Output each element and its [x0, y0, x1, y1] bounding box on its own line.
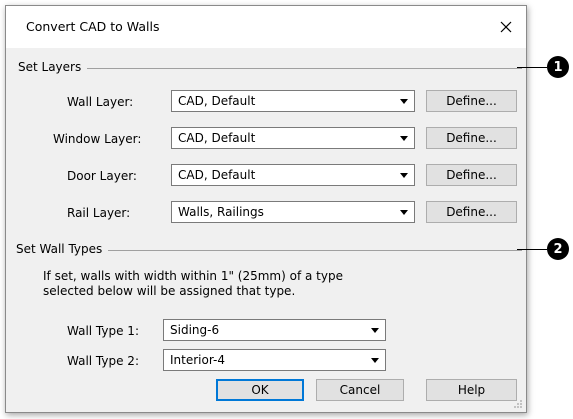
info-line-1: If set, walls with width within 1" (25mm…	[43, 269, 343, 283]
window-layer-label: Window Layer:	[53, 132, 142, 146]
dialog-title: Convert CAD to Walls	[26, 19, 160, 34]
rail-layer-label: Rail Layer:	[67, 206, 131, 220]
ok-button[interactable]: OK	[216, 379, 304, 401]
chevron-down-icon	[400, 210, 408, 215]
rail-layer-select[interactable]: Walls, Railings	[171, 201, 415, 223]
define-door-layer-button[interactable]: Define...	[426, 164, 517, 186]
wall-layer-label: Wall Layer:	[67, 95, 134, 109]
wall-type-1-label: Wall Type 1:	[67, 324, 139, 338]
define-wall-layer-button[interactable]: Define...	[426, 90, 517, 112]
wall-type-1-value: Siding-6	[170, 323, 220, 337]
set-layers-divider	[18, 68, 522, 69]
convert-cad-to-walls-dialog: Convert CAD to Walls Set Layers Wall Lay…	[5, 5, 527, 413]
chevron-down-icon	[400, 173, 408, 178]
callout-1-badge: 1	[547, 56, 569, 78]
chevron-down-icon	[400, 99, 408, 104]
callout-2-leader	[517, 249, 547, 250]
window-layer-select[interactable]: CAD, Default	[171, 127, 415, 149]
wall-types-info-text: If set, walls with width within 1" (25mm…	[43, 269, 343, 299]
door-layer-select[interactable]: CAD, Default	[171, 164, 415, 186]
door-layer-value: CAD, Default	[178, 168, 256, 182]
wall-type-1-select[interactable]: Siding-6	[163, 319, 386, 341]
wall-type-2-label: Wall Type 2:	[67, 354, 139, 368]
resize-grip-icon[interactable]	[513, 399, 523, 409]
wall-layer-select[interactable]: CAD, Default	[171, 90, 415, 112]
door-layer-label: Door Layer:	[67, 169, 137, 183]
chevron-down-icon	[400, 136, 408, 141]
chevron-down-icon	[371, 328, 379, 333]
define-window-layer-button[interactable]: Define...	[426, 127, 517, 149]
chevron-down-icon	[371, 358, 379, 363]
set-wall-types-label: Set Wall Types	[16, 242, 109, 256]
callout-2-badge: 2	[547, 238, 569, 260]
rail-layer-value: Walls, Railings	[178, 205, 264, 219]
title-bar: Convert CAD to Walls	[6, 6, 526, 48]
close-icon	[500, 21, 512, 33]
cancel-button[interactable]: Cancel	[316, 379, 404, 401]
window-layer-value: CAD, Default	[178, 131, 256, 145]
wall-type-2-select[interactable]: Interior-4	[163, 349, 386, 371]
wall-type-2-value: Interior-4	[170, 353, 225, 367]
define-rail-layer-button[interactable]: Define...	[426, 201, 517, 223]
close-button[interactable]	[486, 6, 526, 48]
help-button[interactable]: Help	[426, 379, 517, 401]
set-layers-label: Set Layers	[18, 60, 88, 74]
info-line-2: selected below will be assigned that typ…	[43, 284, 296, 298]
callout-1-leader	[517, 67, 547, 68]
wall-layer-value: CAD, Default	[178, 94, 256, 108]
